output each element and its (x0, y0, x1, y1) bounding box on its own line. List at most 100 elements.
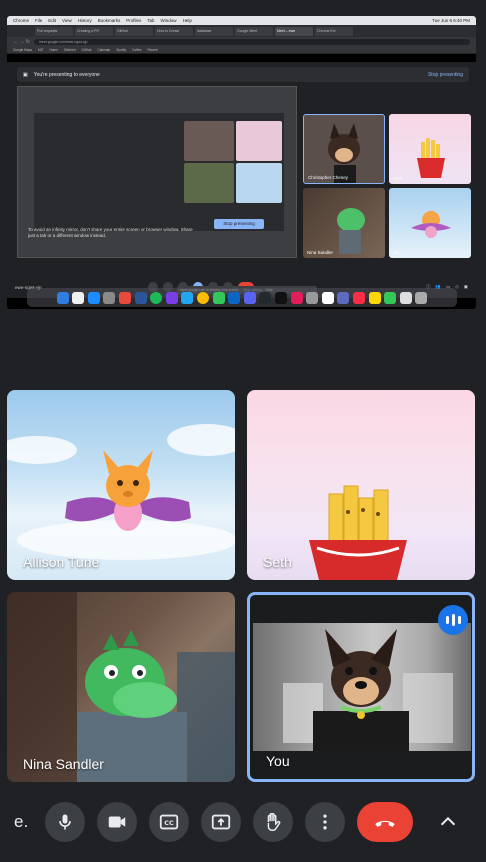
participant-tile-seth[interactable]: Seth (247, 390, 475, 580)
url-field: meet.google.com/ewe-ngwt-vjp (33, 39, 470, 45)
thumbnail-you: You (389, 188, 471, 258)
closed-captions-icon: CC (159, 814, 179, 830)
settings-icon (103, 291, 116, 304)
speaking-indicator-icon (438, 605, 468, 635)
mic-button[interactable] (45, 802, 85, 842)
menubar-item: View (62, 18, 72, 23)
expand-button[interactable] (430, 804, 466, 840)
browser-tab-strip: Pull requests Creating a PR GitHub How t… (7, 25, 476, 37)
call-controls-bar: e. CC (0, 800, 486, 844)
thumbnail-name: Nina Sandler (307, 250, 334, 255)
menubar-item: Tab (147, 18, 155, 23)
github-icon (259, 291, 272, 304)
browser-tab: Pull requests (35, 26, 73, 36)
word-icon (134, 291, 147, 304)
participant-name: Seth (263, 554, 292, 570)
zoom-icon (228, 291, 241, 304)
menubar-app: Chrome (13, 18, 30, 23)
nested-meet-window: ▣ You're presenting to everyone Stop pre… (7, 62, 476, 298)
dino-avatar-illustration (7, 592, 235, 782)
menubar-item: Edit (48, 18, 57, 23)
app-store-icon (87, 291, 100, 304)
infinity-mirror-preview: To avoid an infinity mirror, don't share… (17, 86, 297, 258)
menubar-item: Window (160, 18, 177, 23)
fries-avatar-illustration (417, 138, 445, 178)
finder-icon (56, 291, 69, 304)
thumbnail-nina: Nina Sandler (303, 188, 385, 258)
participant-tile-you[interactable]: You (247, 592, 475, 782)
raise-hand-icon (267, 813, 281, 831)
captions-button[interactable]: CC (149, 802, 189, 842)
browser-tab: database (195, 26, 233, 36)
vscode-icon (181, 291, 194, 304)
document-icon (399, 291, 412, 304)
bookmark: GitHub (81, 48, 92, 52)
meet-page: Chrome File Edit View History Bookmarks … (0, 0, 486, 862)
photos-icon (72, 291, 85, 304)
menubar-item: Bookmarks (97, 18, 121, 23)
browser-tab: GitHub (115, 26, 153, 36)
browser-tab: Google Meet (235, 26, 273, 36)
thumbnail-name: Christopher Cheney (308, 175, 349, 180)
more-vertical-icon (323, 814, 327, 830)
participant-tile-allison[interactable]: Allison Tune (7, 390, 235, 580)
bookmark: Calendar (97, 48, 111, 52)
dino-avatar-illustration (337, 208, 365, 254)
microphone-icon (59, 814, 71, 830)
facetime-icon (384, 291, 397, 304)
slack-icon (290, 291, 303, 304)
infinity-mirror-warning: To avoid an infinity mirror, don't share… (28, 227, 193, 238)
bookmark: MIT (37, 48, 44, 52)
nested-tile (236, 121, 282, 161)
bookmark: Coffee (132, 48, 142, 52)
nested-stop-presenting-button: Stop presenting (214, 219, 264, 229)
svg-text:CC: CC (164, 819, 174, 827)
presenting-text: You're presenting to everyone (33, 71, 100, 78)
thumbnail-name: You (393, 250, 401, 255)
browser-tab: Creating a PR (75, 26, 113, 36)
camera-button[interactable] (97, 802, 137, 842)
nested-tile (184, 121, 234, 161)
notes-icon (368, 291, 381, 304)
chrome-icon (197, 291, 210, 304)
phone-hangup-icon (375, 820, 395, 827)
bookmarks-bar: Google Maps MIT Home Stitched GitHub Cal… (7, 47, 476, 54)
stop-presenting-link: Stop presenting (427, 71, 463, 78)
mac-menubar: Chrome File Edit View History Bookmarks … (7, 16, 476, 25)
nested-screen (34, 113, 284, 231)
participant-tile-nina[interactable]: Nina Sandler (7, 592, 235, 782)
app-icon (165, 291, 178, 304)
bookmark: Recent (147, 48, 158, 52)
browser-tab: Chrome Ext (315, 26, 353, 36)
fries-avatar-illustration (309, 485, 407, 580)
menubar-item: Profiles (126, 18, 142, 23)
browser-address-bar: ← → ↻ meet.google.com/ewe-ngwt-vjp (7, 37, 476, 47)
menubar-item: File (35, 18, 43, 23)
discord-icon (243, 291, 256, 304)
app-icon (119, 291, 132, 304)
more-options-button[interactable] (305, 802, 345, 842)
dog-avatar-illustration (283, 629, 453, 751)
bookmark: Home (49, 48, 58, 52)
browser-tab: How to Create (155, 26, 193, 36)
present-button[interactable] (201, 802, 241, 842)
spotify-icon (150, 291, 163, 304)
browser-tab-active: Meet – ewe (275, 26, 313, 36)
music-icon (352, 291, 365, 304)
self-camera-feed (253, 623, 471, 751)
bookmark: Stitched (63, 48, 76, 52)
bookmark: Google Maps (13, 48, 32, 52)
present-screen-icon (211, 814, 231, 830)
shared-screen-preview: Chrome File Edit View History Bookmarks … (7, 16, 476, 309)
nav-arrows-icon: ← → ↻ (13, 39, 30, 45)
messages-icon (212, 291, 225, 304)
raise-hand-button[interactable] (253, 802, 293, 842)
nested-tile (236, 163, 282, 203)
meeting-code: e. (14, 812, 29, 831)
participant-name: You (266, 753, 290, 769)
trash-icon (415, 291, 428, 304)
participant-name: Nina Sandler (23, 756, 104, 772)
end-call-button[interactable] (357, 802, 413, 842)
calendar-icon (321, 291, 334, 304)
dragon-avatar-illustration (7, 424, 235, 560)
